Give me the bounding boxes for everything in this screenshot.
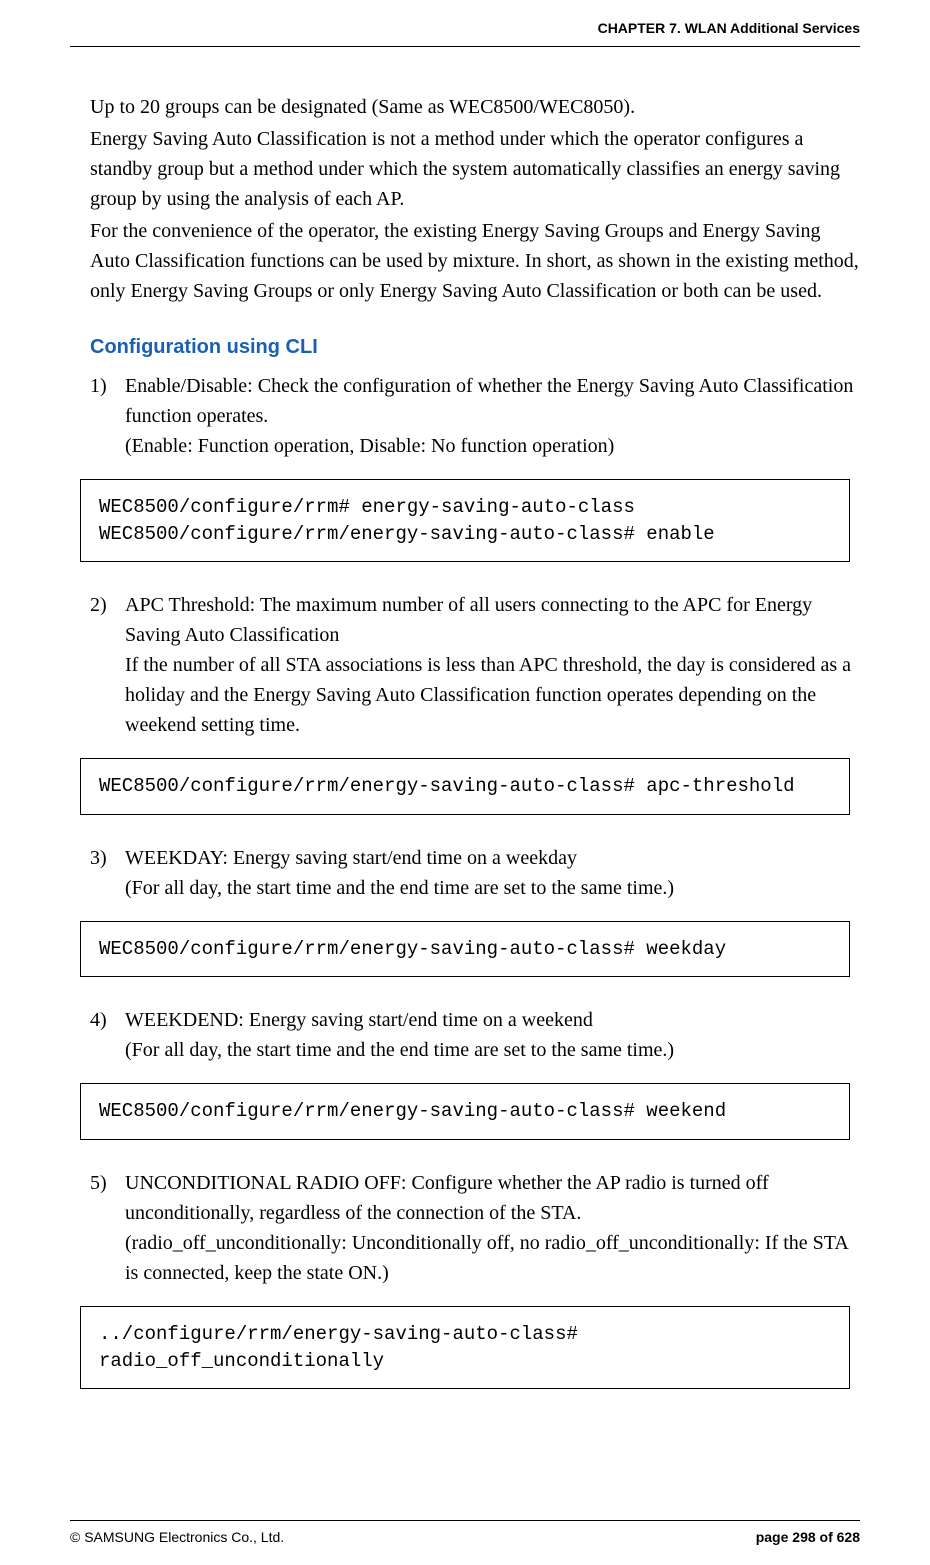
item-3: 3) WEEKDAY: Energy saving start/end time…	[70, 843, 860, 903]
item-text: WEEKDEND: Energy saving start/end time o…	[125, 1009, 593, 1031]
item-content: WEEKDEND: Energy saving start/end time o…	[125, 1005, 860, 1065]
item-number: 4)	[90, 1005, 120, 1035]
item-5: 5) UNCONDITIONAL RADIO OFF: Configure wh…	[70, 1168, 860, 1288]
item-note: (Enable: Function operation, Disable: No…	[125, 435, 614, 457]
code-block-2: WEC8500/configure/rrm/energy-saving-auto…	[80, 758, 850, 815]
item-text: UNCONDITIONAL RADIO OFF: Configure wheth…	[125, 1172, 769, 1224]
page-header: CHAPTER 7. WLAN Additional Services	[70, 20, 860, 47]
item-2: 2) APC Threshold: The maximum number of …	[70, 590, 860, 740]
item-1: 1) Enable/Disable: Check the configurati…	[70, 371, 860, 461]
item-note: (radio_off_unconditionally: Unconditiona…	[125, 1232, 848, 1284]
chapter-title: CHAPTER 7. WLAN Additional Services	[598, 20, 860, 36]
item-content: Enable/Disable: Check the configuration …	[125, 371, 860, 461]
item-4: 4) WEEKDEND: Energy saving start/end tim…	[70, 1005, 860, 1065]
item-content: APC Threshold: The maximum number of all…	[125, 590, 860, 740]
item-content: WEEKDAY: Energy saving start/end time on…	[125, 843, 860, 903]
intro-paragraph: Up to 20 groups can be designated (Same …	[70, 92, 860, 306]
page-number: page 298 of 628	[756, 1529, 860, 1545]
item-number: 5)	[90, 1168, 120, 1198]
intro-line-3: For the convenience of the operator, the…	[90, 216, 860, 306]
intro-line-2: Energy Saving Auto Classification is not…	[90, 124, 860, 214]
copyright-text: © SAMSUNG Electronics Co., Ltd.	[70, 1529, 284, 1545]
intro-line-1: Up to 20 groups can be designated (Same …	[90, 92, 860, 122]
item-number: 3)	[90, 843, 120, 873]
item-note: If the number of all STA associations is…	[125, 654, 851, 736]
page-container: CHAPTER 7. WLAN Additional Services Up t…	[0, 0, 930, 1565]
code-block-5: ../configure/rrm/energy-saving-auto-clas…	[80, 1306, 850, 1389]
code-block-3: WEC8500/configure/rrm/energy-saving-auto…	[80, 921, 850, 978]
item-text: WEEKDAY: Energy saving start/end time on…	[125, 847, 577, 869]
page-footer: © SAMSUNG Electronics Co., Ltd. page 298…	[70, 1520, 860, 1545]
code-block-1: WEC8500/configure/rrm# energy-saving-aut…	[80, 479, 850, 562]
item-note: (For all day, the start time and the end…	[125, 1039, 674, 1061]
item-note: (For all day, the start time and the end…	[125, 877, 674, 899]
item-number: 1)	[90, 371, 120, 401]
item-text: Enable/Disable: Check the configuration …	[125, 375, 853, 427]
code-block-4: WEC8500/configure/rrm/energy-saving-auto…	[80, 1083, 850, 1140]
item-number: 2)	[90, 590, 120, 620]
section-title: Configuration using CLI	[70, 336, 860, 359]
item-content: UNCONDITIONAL RADIO OFF: Configure wheth…	[125, 1168, 860, 1288]
item-text: APC Threshold: The maximum number of all…	[125, 594, 812, 646]
